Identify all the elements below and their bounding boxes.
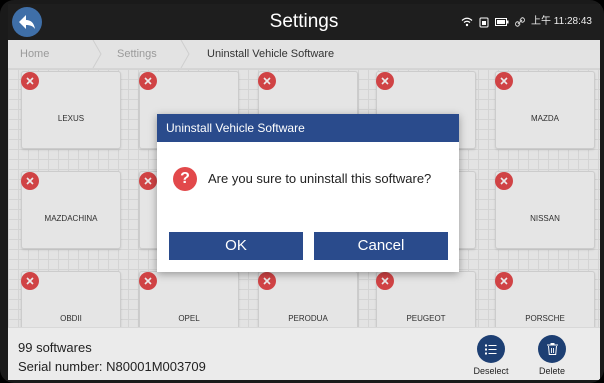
breadcrumb-settings[interactable]: Settings — [117, 40, 157, 68]
serial-number: Serial number: N80001M003709 — [18, 359, 206, 374]
breadcrumb-separator-icon — [180, 40, 190, 68]
breadcrumb-separator-icon — [92, 40, 102, 68]
breadcrumb-current: Uninstall Vehicle Software — [207, 48, 335, 60]
breadcrumb-home[interactable]: Home — [20, 40, 49, 68]
screen: Settings 上午 11:28:43 Home Settings Unins… — [8, 4, 600, 380]
status-bar: 上午 11:28:43 — [461, 4, 592, 40]
dialog-message: Are you sure to uninstall this software? — [208, 171, 432, 186]
footer-bar: 99 softwares Serial number: N80001M00370… — [8, 327, 600, 380]
cancel-button[interactable]: Cancel — [314, 232, 448, 260]
sim-icon — [479, 17, 489, 27]
wifi-icon — [461, 17, 473, 27]
ok-button[interactable]: OK — [169, 232, 303, 260]
delete-button[interactable]: Delete — [522, 335, 582, 380]
question-icon: ? — [173, 167, 197, 191]
delete-label: Delete — [538, 366, 565, 376]
back-arrow-icon — [19, 15, 35, 29]
deselect-button[interactable]: Deselect — [461, 335, 521, 380]
clock: 上午 11:28:43 — [531, 16, 592, 27]
top-bar: Settings 上午 11:28:43 — [8, 4, 600, 40]
breadcrumb: Home Settings Uninstall Vehicle Software — [8, 40, 600, 69]
battery-icon — [495, 18, 509, 26]
uninstall-dialog: Uninstall Vehicle Software ? Are you sur… — [157, 114, 459, 272]
deselect-label: Deselect — [473, 366, 509, 376]
link-icon — [515, 17, 526, 27]
back-button[interactable] — [12, 7, 42, 37]
list-icon — [477, 335, 505, 363]
trash-icon — [538, 335, 566, 363]
dialog-title: Uninstall Vehicle Software — [157, 114, 459, 142]
software-count: 99 softwares — [18, 340, 92, 355]
device-frame: Settings 上午 11:28:43 Home Settings Unins… — [0, 0, 604, 383]
